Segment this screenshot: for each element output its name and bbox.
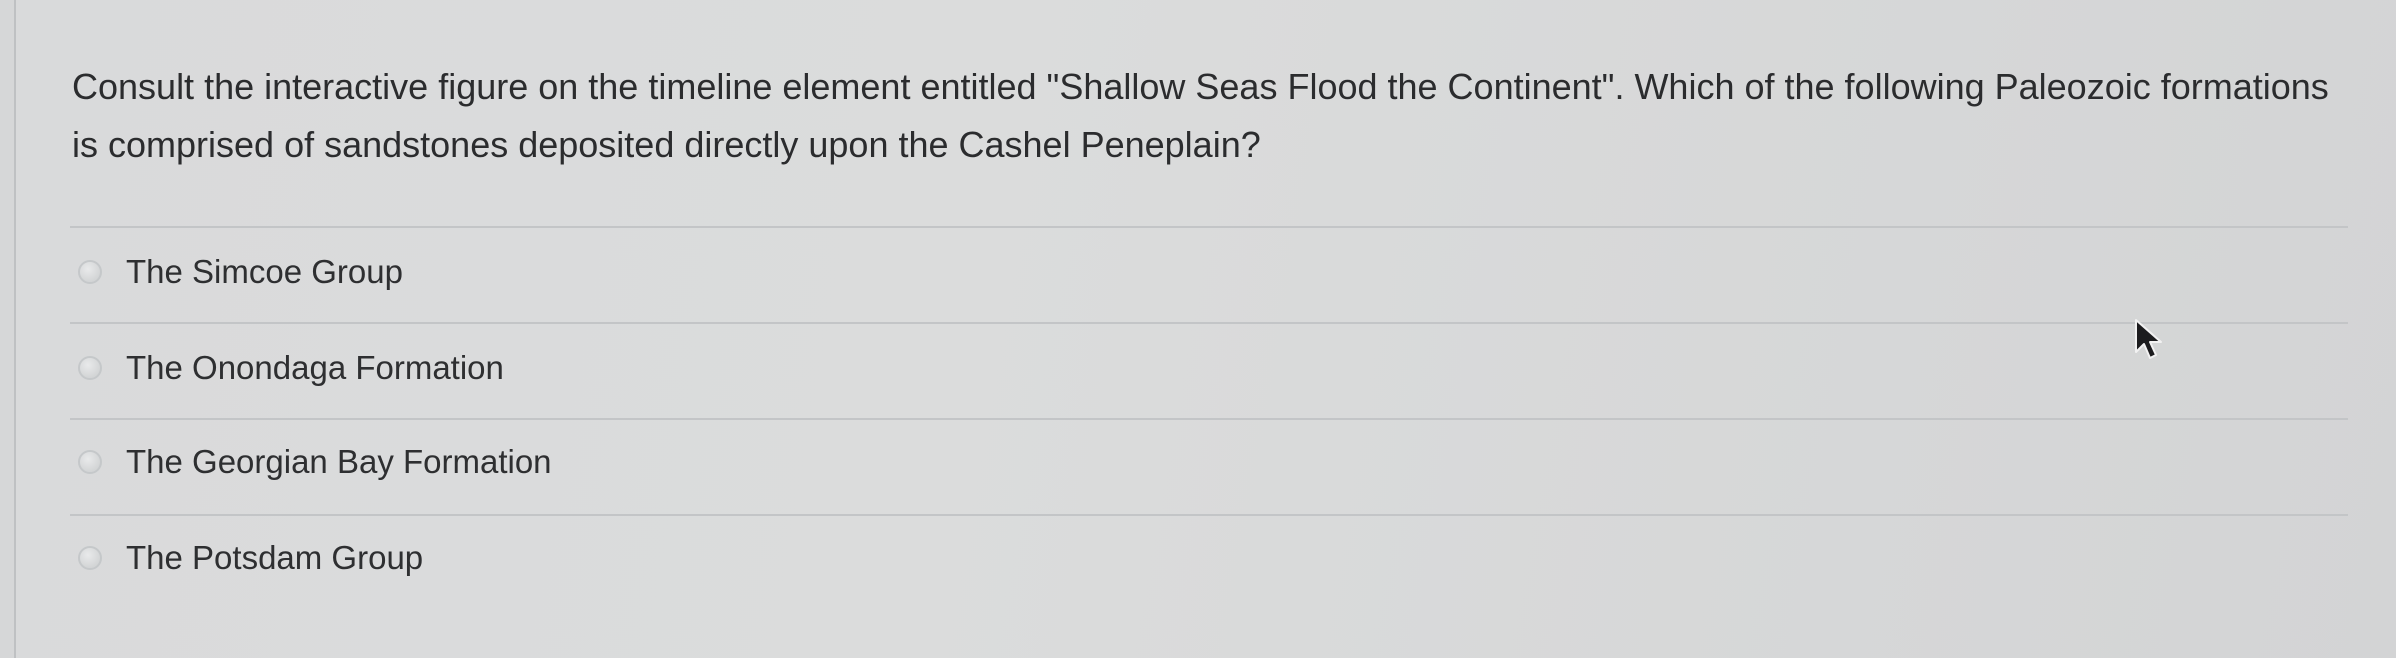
radio-button-icon[interactable] [78, 260, 102, 284]
answer-option-4[interactable]: The Potsdam Group [78, 528, 2278, 588]
answer-option-label[interactable]: The Potsdam Group [126, 539, 423, 577]
answer-option-3[interactable]: The Georgian Bay Formation [78, 432, 2278, 492]
divider [70, 514, 2348, 516]
answer-option-label[interactable]: The Simcoe Group [126, 253, 403, 291]
divider [70, 418, 2348, 420]
question-card: Consult the interactive figure on the ti… [14, 0, 2396, 658]
radio-button-icon[interactable] [78, 546, 102, 570]
divider [70, 322, 2348, 324]
answer-option-label[interactable]: The Georgian Bay Formation [126, 443, 552, 481]
answer-option-label[interactable]: The Onondaga Formation [126, 349, 504, 387]
answer-option-2[interactable]: The Onondaga Formation [78, 338, 2278, 398]
radio-button-icon[interactable] [78, 356, 102, 380]
radio-button-icon[interactable] [78, 450, 102, 474]
divider [70, 226, 2348, 228]
question-text: Consult the interactive figure on the ti… [72, 66, 2329, 165]
mouse-pointer-icon [2135, 319, 2162, 359]
answer-option-1[interactable]: The Simcoe Group [78, 242, 2278, 302]
